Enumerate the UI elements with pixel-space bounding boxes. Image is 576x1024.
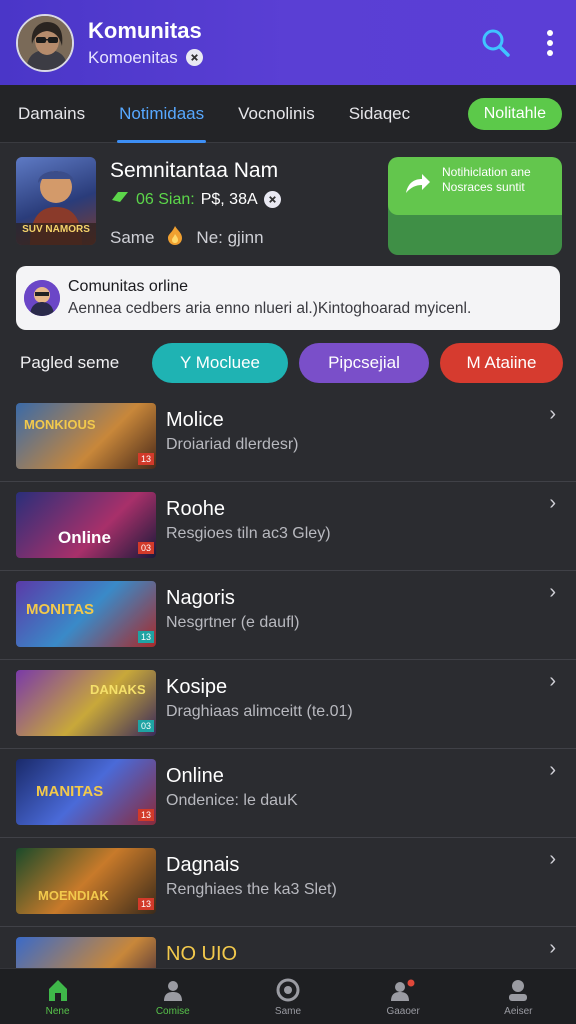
list-item-subtitle: Renghiaes the ka3 Slet) bbox=[166, 881, 337, 898]
thumb-title: MONITAS bbox=[26, 601, 95, 618]
filter-chip-ataiine[interactable]: M Ataiine bbox=[440, 343, 563, 383]
tab-pill-button[interactable]: Nolitahle bbox=[467, 97, 562, 130]
nav-home-label: Nene bbox=[45, 1005, 70, 1017]
filter-row: Pagled seme Y Mocluee Pipcsejial M Ataii… bbox=[0, 343, 576, 383]
tab-bar: Damains Notimidaas Vocnolinis Sidaqec No… bbox=[0, 85, 576, 143]
profile-icon bbox=[509, 979, 528, 1001]
bottom-navigation: Nene Comise Same Gaaoer Aeiser bbox=[0, 968, 576, 1024]
nav-home[interactable]: Nene bbox=[3, 977, 113, 1017]
share-arrow-icon bbox=[402, 171, 432, 202]
list-item-subtitle: Resgioes tiln ac3 Gley) bbox=[166, 525, 331, 542]
featured-meta-value: P$, 38A bbox=[200, 190, 258, 208]
chevron-right-icon: › bbox=[549, 403, 556, 425]
list-item-thumbnail: Online 03 bbox=[16, 492, 156, 558]
nav-games[interactable]: Same bbox=[233, 977, 343, 1017]
nav-profile[interactable]: Aeiser bbox=[463, 977, 573, 1017]
notice-title: Comunitas orline bbox=[68, 278, 189, 295]
list-item-badge: 13 bbox=[137, 453, 154, 465]
featured-game-card[interactable]: SUV NAMORS Semnitantaa Nam 06 Sian: P$, … bbox=[16, 157, 562, 257]
thumb-title: Online bbox=[58, 528, 111, 547]
page-title: Komunitas bbox=[88, 17, 202, 43]
app-header: Komunitas Komoenitas bbox=[0, 0, 576, 85]
page-subtitle: Komoenitas bbox=[88, 47, 178, 67]
tab-notimidaas[interactable]: Notimidaas bbox=[117, 85, 207, 143]
list-item-thumbnail: MONKIOUS 13 bbox=[16, 403, 156, 469]
list-item[interactable]: MONITAS 13 Nagoris Nesgrtner (e daufl) › bbox=[0, 571, 576, 660]
list-item-title: Nagoris bbox=[166, 587, 235, 609]
list-item-badge: 03 bbox=[137, 542, 154, 554]
list-item-subtitle: Droiariad dlerdesr) bbox=[166, 436, 299, 453]
thumb-title: MONKIOUS bbox=[24, 417, 96, 432]
chevron-right-icon: › bbox=[549, 848, 556, 870]
list-item-subtitle: Nesgrtner (e daufl) bbox=[166, 614, 300, 631]
home-icon bbox=[48, 979, 67, 1001]
list-item-title: NO UIO bbox=[166, 943, 238, 965]
thumb-title: DANAKS bbox=[90, 682, 146, 697]
list-item-subtitle: Draghiaas alimceitt (te.01) bbox=[166, 703, 353, 720]
list-item[interactable]: MONKIOUS 13 Molice Droiariad dlerdesr) › bbox=[0, 393, 576, 482]
filter-chip-pipcsejial[interactable]: Pipcsejial bbox=[299, 343, 429, 383]
list-item-thumbnail: DANAKS 03 bbox=[16, 670, 156, 736]
tab-sidaqec[interactable]: Sidaqec bbox=[349, 85, 410, 143]
featured-right-text: Ne: gjinn bbox=[196, 227, 264, 247]
search-icon[interactable] bbox=[476, 23, 516, 63]
nav-friends[interactable]: Gaaoer bbox=[348, 977, 458, 1017]
nav-games-label: Same bbox=[274, 1005, 302, 1017]
tab-damains[interactable]: Damains bbox=[18, 85, 85, 143]
people-icon bbox=[163, 980, 182, 1001]
chevron-right-icon: › bbox=[549, 759, 556, 781]
list-item-badge: 03 bbox=[137, 720, 154, 732]
verified-badge-icon bbox=[185, 49, 203, 66]
community-notice[interactable]: Comunitas orline Aennea cedbers aria enn… bbox=[16, 266, 560, 330]
list-item[interactable]: MANITAS 13 Online Ondenice: le dauK › bbox=[0, 749, 576, 838]
controller-icon bbox=[110, 190, 130, 209]
list-item-badge: 13 bbox=[137, 898, 154, 910]
list-item-badge: 13 bbox=[137, 809, 154, 821]
list-item-subtitle: Ondenice: le dauK bbox=[166, 792, 298, 809]
tab-vocnolinis[interactable]: Vocnolinis bbox=[238, 85, 315, 143]
list-item-title: Roohe bbox=[166, 498, 225, 520]
nav-friends-label: Gaaoer bbox=[386, 1005, 420, 1017]
list-item[interactable]: MOENDIAK 13 Dagnais Renghiaes the ka3 Sl… bbox=[0, 838, 576, 927]
profile-avatar[interactable] bbox=[16, 13, 74, 72]
nav-community[interactable]: Comise bbox=[118, 977, 228, 1017]
record-icon bbox=[276, 978, 300, 1001]
promo-text: Notihiclation ane Nosraces suntit bbox=[442, 165, 531, 194]
verified-badge-icon bbox=[263, 191, 281, 208]
list-item-thumbnail: MONITAS 13 bbox=[16, 581, 156, 647]
notice-avatar bbox=[24, 280, 60, 316]
filter-label: Pagled seme bbox=[20, 353, 120, 372]
featured-game-title: Semnitantaa Nam bbox=[110, 159, 279, 182]
list-item-badge: 13 bbox=[137, 631, 154, 643]
list-item-title: Online bbox=[166, 765, 224, 787]
list-item-thumbnail: MANITAS 13 bbox=[16, 759, 156, 825]
friends-icon bbox=[391, 979, 415, 1001]
promo-card[interactable]: Notihiclation ane Nosraces suntit bbox=[388, 157, 562, 255]
more-menu-icon[interactable] bbox=[540, 23, 560, 63]
featured-meta-status: 06 Sian: bbox=[136, 190, 195, 208]
game-list: MONKIOUS 13 Molice Droiariad dlerdesr) ›… bbox=[0, 393, 576, 1016]
featured-thumb-text: SUV NAMORS bbox=[22, 224, 90, 235]
nav-profile-label: Aeiser bbox=[504, 1005, 533, 1017]
thumb-title: MANITAS bbox=[36, 783, 104, 800]
chevron-right-icon: › bbox=[549, 937, 556, 959]
chevron-right-icon: › bbox=[549, 492, 556, 514]
thumb-title: MOENDIAK bbox=[38, 888, 109, 903]
list-item[interactable]: Online 03 Roohe Resgioes tiln ac3 Gley) … bbox=[0, 482, 576, 571]
nav-community-label: Comise bbox=[155, 1005, 190, 1017]
filter-chip-mocluee[interactable]: Y Mocluee bbox=[152, 343, 288, 383]
flame-icon bbox=[164, 224, 186, 251]
list-item-title: Molice bbox=[166, 409, 224, 431]
list-item-title: Kosipe bbox=[166, 676, 228, 698]
featured-game-thumbnail: SUV NAMORS bbox=[16, 157, 96, 245]
chevron-right-icon: › bbox=[549, 581, 556, 603]
chevron-right-icon: › bbox=[549, 670, 556, 692]
list-item-title: Dagnais bbox=[166, 854, 240, 876]
list-item-thumbnail: MOENDIAK 13 bbox=[16, 848, 156, 914]
featured-left-text: Same bbox=[110, 227, 155, 247]
list-item[interactable]: DANAKS 03 Kosipe Draghiaas alimceitt (te… bbox=[0, 660, 576, 749]
notice-body: Aennea cedbers aria enno nlueri al.)Kint… bbox=[68, 300, 472, 317]
